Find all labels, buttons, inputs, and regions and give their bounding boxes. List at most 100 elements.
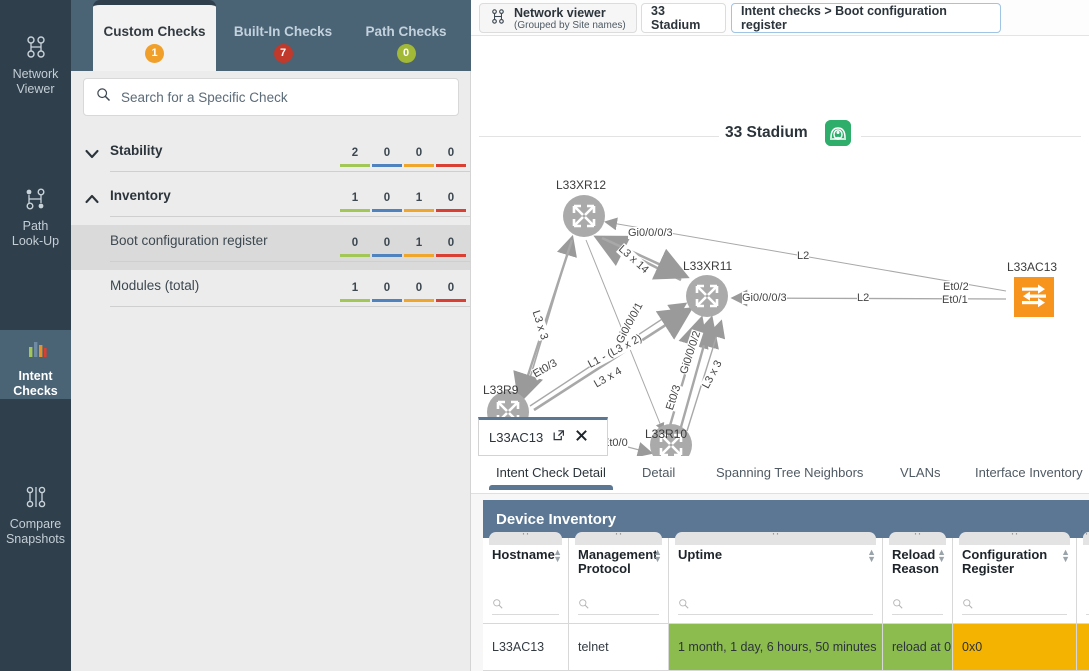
status-color-bar (340, 164, 370, 167)
column-resize-handle[interactable] (889, 532, 946, 545)
rail-item-path[interactable]: Path Look-Up (0, 180, 71, 249)
diagram-edge-label: Gi0/0/0/3 (742, 292, 787, 304)
diagram-node-label: L33R10 (645, 427, 688, 441)
rail-item-network[interactable]: Network Viewer (0, 28, 71, 97)
diagram-node-label: L33R9 (483, 383, 519, 397)
column-resize-handle[interactable] (489, 532, 562, 545)
tab-vlans[interactable]: VLANs (900, 465, 940, 480)
diagram-edges (513, 217, 1007, 456)
column-sort-icon[interactable]: ▲ ▼ (653, 548, 662, 564)
table-column-header[interactable] (1077, 532, 1089, 624)
column-sort-icon[interactable]: ▲ ▼ (937, 548, 946, 564)
status-count-value: 0 (383, 192, 391, 204)
status-color-bar (340, 209, 370, 212)
breadcrumb-network-viewer[interactable]: Network viewer (Grouped by Site names) (479, 3, 637, 33)
check-status-counts: 1 0 0 0 (340, 282, 470, 308)
check-row[interactable]: Boot configuration register 0 0 1 0 (71, 225, 470, 270)
status-color-bar (372, 254, 402, 257)
tab-detail[interactable]: Detail (642, 465, 675, 480)
search-input[interactable]: Search for a Specific Check (83, 78, 459, 116)
breadcrumb-subtitle: (Grouped by Site names) (514, 19, 626, 31)
tab-spanning-tree-neighbors[interactable]: Spanning Tree Neighbors (716, 465, 863, 480)
check-row[interactable]: Modules (total) 1 0 0 0 (71, 270, 470, 315)
search-placeholder: Search for a Specific Check (121, 89, 288, 105)
stadium-icon[interactable] (825, 120, 851, 146)
column-sort-icon[interactable]: ▲ ▼ (553, 548, 562, 564)
status-count-1: 0 (372, 282, 402, 302)
diagram-node-L33AC13[interactable] (1012, 275, 1056, 319)
check-status-counts: 2000 (340, 147, 470, 173)
detail-tabs-bar: Intent Check Detail Detail Spanning Tree N… (471, 456, 1089, 494)
table-column-header[interactable]: Uptime ▲▼ (669, 532, 883, 624)
chevron-down-icon[interactable] (85, 146, 99, 164)
status-count-3: 0 (436, 192, 466, 212)
check-tabs-bar: Custom Checks 1 Built-In Checks 7 Path Check… (71, 0, 471, 71)
table-column-header[interactable]: Management Protocol▲▼ (569, 532, 669, 624)
breadcrumb-title: 33 Stadium (651, 4, 701, 32)
column-sort-icon[interactable]: ▲ ▼ (867, 548, 876, 564)
diagram-edge-label: Et0/2 (943, 281, 969, 293)
tab-path-checks[interactable]: Path Checks 0 (351, 0, 461, 63)
breadcrumb-site[interactable]: 33 Stadium (641, 3, 726, 33)
table-column-header[interactable]: Hostname▲▼ (483, 532, 569, 624)
site-title: 33 Stadium (725, 124, 808, 141)
status-color-bar (436, 209, 466, 212)
check-group-row[interactable]: Stability 2 0 0 0 (71, 135, 470, 180)
column-header-label: Hostname (492, 547, 555, 562)
breadcrumb: Network viewer (Grouped by Site names) 33 … (471, 0, 1089, 36)
table-column-header[interactable]: Configuration Register ▲▼ (953, 532, 1077, 624)
site-rule-left (479, 136, 719, 137)
column-filter-input[interactable] (578, 597, 659, 615)
tab-label: Built-In Checks (233, 24, 333, 39)
app-root: Network Viewer Path Look-Up Intent Checks Comp… (0, 0, 1089, 671)
bar-chart-icon (0, 338, 71, 364)
column-resize-handle[interactable] (959, 532, 1070, 545)
status-count-value: 0 (351, 237, 359, 249)
breadcrumb-check[interactable]: Intent checks > Boot configuration regis… (731, 3, 1001, 33)
external-link-icon[interactable] (552, 428, 566, 447)
diagram-edge-label: Et0/1 (942, 294, 968, 306)
status-count-value: 0 (383, 147, 391, 159)
tab-intent-check-detail[interactable]: Intent Check Detail (489, 465, 613, 490)
status-color-bar (436, 254, 466, 257)
column-header-label: Configuration Register (962, 547, 1048, 576)
check-status-counts: 1 0 1 0 (340, 192, 470, 218)
site-header: 33 Stadium (471, 120, 1089, 154)
node-popup[interactable]: L33AC13 (478, 417, 608, 456)
column-filter-input[interactable] (678, 597, 873, 615)
column-filter-input[interactable] (962, 597, 1067, 615)
rail-item-label: Network (12, 67, 59, 81)
status-count-value: 0 (415, 147, 423, 159)
status-color-bar (436, 164, 466, 167)
tab-interface-inventory[interactable]: Interface Inventory (975, 465, 1083, 480)
device-inventory-panel: Device Inventory Hostname▲▼Management Pr… (471, 494, 1089, 671)
table-cell: reload at 0 (883, 624, 953, 671)
column-resize-handle[interactable] (575, 532, 662, 545)
tab-count-badge: 1 (145, 44, 164, 63)
tab-built-in-checks[interactable]: Built-In Checks 7 (223, 0, 343, 63)
rail-item-label: Compare (9, 517, 62, 531)
status-count-value: 1 (351, 192, 359, 204)
tab-count-badge: 7 (273, 44, 293, 63)
diagram-node-L33XR12[interactable] (562, 194, 606, 238)
column-resize-handle[interactable] (1083, 532, 1089, 545)
table-cell: telnet (569, 624, 669, 671)
status-count-3: 0 (436, 147, 466, 167)
check-status-counts: 0 0 1 0 (340, 237, 470, 263)
table-column-header[interactable]: Reload Reason▲▼ (883, 532, 953, 624)
network-diagram[interactable]: 33 Stadium L33XR12 L33XR11 L33AC13 L33R9 L33… (471, 36, 1089, 456)
breadcrumb-title: Network viewer (514, 5, 606, 20)
close-icon[interactable] (575, 429, 588, 447)
rail-item-intent[interactable]: Intent Checks (0, 330, 71, 399)
column-resize-handle[interactable] (675, 532, 876, 545)
column-filter-input[interactable] (892, 597, 943, 615)
status-count-value: 2 (351, 147, 359, 159)
left-nav-rail: Network Viewer Path Look-Up Intent Checks Comp… (0, 0, 71, 671)
rail-item-compare[interactable]: Compare Snapshots (0, 478, 71, 547)
diagram-node-L33XR11[interactable] (685, 274, 729, 318)
check-group-row[interactable]: Inventory 1 0 1 0 (71, 180, 470, 225)
chevron-up-icon[interactable] (85, 191, 99, 209)
tab-custom-checks[interactable]: Custom Checks 1 (93, 0, 216, 71)
column-sort-icon[interactable]: ▲ ▼ (1061, 548, 1070, 564)
column-filter-input[interactable] (492, 597, 559, 615)
